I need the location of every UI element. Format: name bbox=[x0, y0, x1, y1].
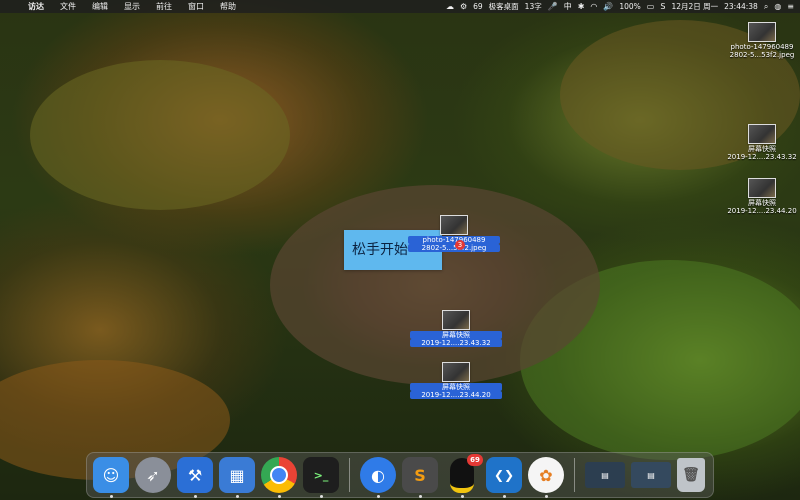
dock-launchpad[interactable]: ➶ bbox=[135, 457, 171, 493]
drag-count-badge: 3 bbox=[455, 240, 465, 250]
desktop-file-name: 屏幕快照 bbox=[748, 199, 776, 207]
wifi-icon[interactable]: ◠ bbox=[590, 0, 597, 13]
wallpaper-fern bbox=[30, 60, 290, 210]
dragging-file-name: 2019-12....23.44.20 bbox=[410, 391, 502, 399]
menubar-date[interactable]: 12月2日 周一 bbox=[671, 0, 718, 13]
image-thumbnail-icon bbox=[748, 178, 776, 198]
dock-sublime[interactable]: S bbox=[402, 457, 438, 498]
search-icon[interactable]: ⌕ bbox=[764, 0, 768, 13]
cloud-icon[interactable]: ☁ bbox=[446, 0, 454, 13]
image-thumbnail-icon bbox=[442, 362, 470, 382]
rocket-icon: ➶ bbox=[146, 465, 160, 485]
bluetooth-icon[interactable]: ✱ bbox=[578, 0, 585, 13]
menubar-time[interactable]: 23:44:38 bbox=[724, 0, 758, 13]
desktop-file-photo[interactable]: photo-14796048​9 2802-5...53f2.jpeg bbox=[716, 22, 800, 59]
image-thumbnail-icon bbox=[748, 124, 776, 144]
battery-percent[interactable]: 100% bbox=[619, 0, 640, 13]
dock-qq[interactable]: 69 bbox=[444, 454, 483, 498]
cloud-icon: ◐ bbox=[371, 465, 385, 485]
dock-separator bbox=[349, 458, 350, 492]
desktop-file-name: 2019-12....23.44.20 bbox=[727, 207, 797, 215]
dragging-file-name: 屏幕快照 bbox=[410, 331, 502, 339]
dock-separator bbox=[574, 458, 575, 492]
image-thumbnail-icon bbox=[442, 310, 470, 330]
drag-tooltip-text: 松手开始 bbox=[352, 242, 408, 258]
vscode-icon: ❮❯ bbox=[493, 468, 515, 482]
desktop-file-screenshot-1[interactable]: 屏幕快照 2019-12....23.43.32 bbox=[716, 124, 800, 161]
user-icon[interactable]: ◍ bbox=[774, 0, 781, 13]
dock-minimized-window-1[interactable]: ▤ bbox=[585, 462, 625, 488]
image-thumbnail-icon bbox=[440, 215, 468, 235]
dragging-file-name: 屏幕快照 bbox=[410, 383, 502, 391]
dock-baidu-pan[interactable]: ◐ bbox=[360, 457, 396, 498]
desktop-file-name: 屏幕快照 bbox=[748, 145, 776, 153]
menu-view[interactable]: 显示 bbox=[116, 0, 148, 13]
dock: ☺ ➶ ⚒ ▦ >_ ◐ S 69 ❮❯ ✿ ▤ ▤ 🗑 bbox=[86, 452, 714, 498]
desktop-file-name: photo-14796048​9 bbox=[730, 43, 794, 51]
dock-finder[interactable]: ☺ bbox=[93, 457, 129, 498]
terminal-icon: >_ bbox=[313, 468, 329, 482]
finder-icon: ☺ bbox=[102, 465, 120, 485]
photos-icon: ✿ bbox=[539, 465, 553, 485]
menu-edit[interactable]: 编辑 bbox=[84, 0, 116, 13]
input-method-icon[interactable]: 中 bbox=[564, 0, 572, 13]
menu-file[interactable]: 文件 bbox=[52, 0, 84, 13]
microphone-icon[interactable]: 🎤 bbox=[548, 0, 558, 13]
menu-app-name[interactable]: 访达 bbox=[20, 0, 52, 13]
volume-icon[interactable]: 🔊 bbox=[603, 0, 613, 13]
battery-icon[interactable]: ▭ bbox=[647, 0, 655, 13]
status-typing[interactable]: 13字 bbox=[525, 0, 542, 13]
desktop-file-screenshot-2[interactable]: 屏幕快照 2019-12....23.44.20 bbox=[716, 178, 800, 215]
menu-window[interactable]: 窗口 bbox=[180, 0, 212, 13]
menu-help[interactable]: 帮助 bbox=[212, 0, 244, 13]
dock-minimized-window-2[interactable]: ▤ bbox=[631, 462, 671, 488]
sublime-icon: S bbox=[414, 465, 426, 485]
device-icon: ▦ bbox=[229, 465, 245, 485]
menu-go[interactable]: 前往 bbox=[148, 0, 180, 13]
dock-xcode-tools[interactable]: ⚒ bbox=[177, 457, 213, 498]
window-thumb-icon: ▤ bbox=[647, 470, 655, 480]
dock-trash[interactable]: 🗑 bbox=[677, 458, 705, 492]
qq-badge: 69 bbox=[467, 454, 483, 466]
desktop-file-name: 2802-5...53f2.jpeg bbox=[729, 51, 795, 59]
dragging-file-screenshot-2[interactable]: 屏幕快照 2019-12....23.44.20 bbox=[410, 362, 502, 399]
status-ext-app[interactable]: 极客桌面 bbox=[489, 0, 519, 13]
dock-simulator[interactable]: ▦ bbox=[219, 457, 255, 498]
dock-vscode[interactable]: ❮❯ bbox=[486, 457, 522, 498]
chrome-icon bbox=[270, 466, 288, 484]
status-count[interactable]: 69 bbox=[473, 0, 483, 13]
gear-icon[interactable]: ⚙ bbox=[460, 0, 467, 13]
dock-photos[interactable]: ✿ bbox=[528, 457, 564, 498]
dragging-file-name: 2019-12....23.43.32 bbox=[410, 339, 502, 347]
dock-chrome[interactable] bbox=[261, 457, 297, 498]
status-s-icon[interactable]: S bbox=[660, 0, 665, 13]
dock-terminal[interactable]: >_ bbox=[303, 457, 339, 498]
control-center-icon[interactable]: ≡ bbox=[787, 0, 794, 13]
window-thumb-icon: ▤ bbox=[601, 470, 609, 480]
hammer-icon: ⚒ bbox=[187, 465, 203, 485]
desktop-file-name: 2019-12....23.43.32 bbox=[727, 153, 797, 161]
dragging-file-name: photo-147960489 bbox=[408, 236, 500, 244]
menu-bar: 访达 文件 编辑 显示 前往 窗口 帮助 ☁ ⚙ 69 极客桌面 13字 🎤 中… bbox=[0, 0, 800, 13]
trash-icon: 🗑 bbox=[682, 467, 700, 483]
dragging-file-photo[interactable]: photo-147960489 2802-5...53f2.jpeg bbox=[408, 215, 500, 252]
dragging-file-screenshot-1[interactable]: 屏幕快照 2019-12....23.43.32 bbox=[410, 310, 502, 347]
dragging-file-name: 2802-5...53f2.jpeg bbox=[408, 244, 500, 252]
image-thumbnail-icon bbox=[748, 22, 776, 42]
